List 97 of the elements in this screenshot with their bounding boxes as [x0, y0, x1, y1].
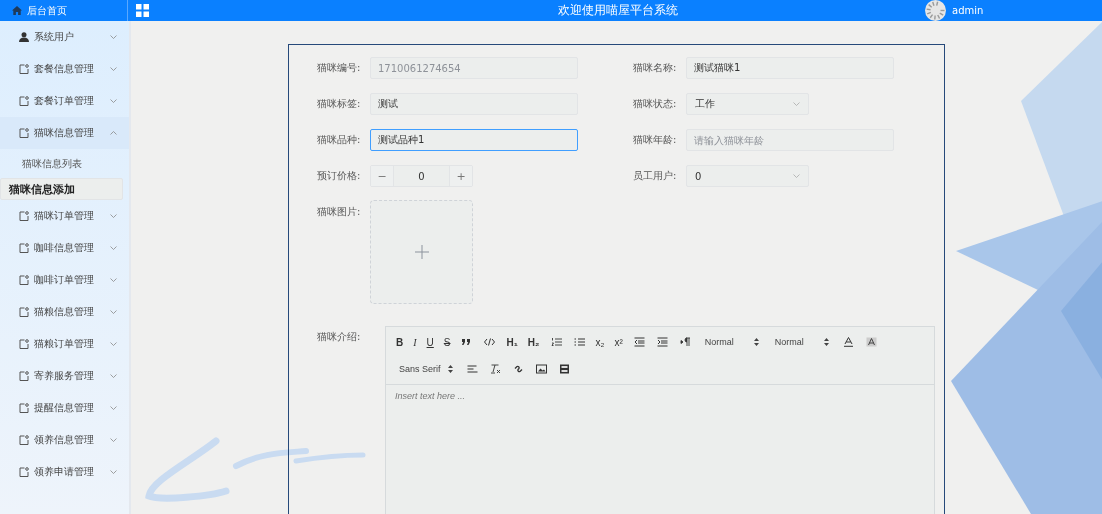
text-area[interactable]: Insert text here ... [386, 385, 934, 514]
chevron-up-icon [110, 131, 117, 135]
input-field[interactable]: 测试品种1 [370, 129, 578, 151]
field-label: 猫咪品种: [317, 133, 362, 147]
field-label: 猫咪介绍: [317, 330, 362, 344]
document-icon [19, 96, 29, 106]
input-field[interactable]: 测试 [370, 93, 578, 115]
document-icon [19, 211, 29, 221]
input-field[interactable]: 请输入猫咪年龄 [686, 129, 894, 151]
chevron-down-icon [793, 174, 800, 178]
ordered-list-icon[interactable] [550, 337, 562, 347]
field-label: 猫咪编号: [317, 61, 362, 75]
code-icon[interactable] [484, 337, 496, 347]
chevron-down-icon [793, 102, 800, 106]
menu-item[interactable]: 猫粮订单管理 [0, 328, 129, 360]
image-icon[interactable] [536, 364, 547, 374]
film-icon[interactable] [559, 364, 570, 374]
format-button[interactable]: H₁ [504, 336, 520, 348]
menu-item[interactable]: 套餐订单管理 [0, 85, 129, 117]
header-title: 欢迎使用喵屋平台系统 [558, 2, 678, 19]
menu-item[interactable]: 领养申请管理 [0, 456, 129, 488]
number-stepper[interactable]: − 0 + [370, 165, 473, 187]
home-icon [12, 6, 22, 15]
field-label: 猫咪标签: [317, 97, 362, 111]
document-icon [19, 467, 29, 477]
person-icon [19, 32, 29, 42]
chevron-down-icon [110, 374, 117, 378]
bullet-list-icon[interactable] [573, 337, 585, 347]
sort-arrows-icon [448, 365, 453, 373]
document-icon [19, 275, 29, 285]
menu-icon[interactable] [136, 4, 149, 17]
chevron-down-icon [110, 214, 117, 218]
chevron-down-icon [110, 67, 117, 71]
document-icon [19, 339, 29, 349]
outdent-icon[interactable] [633, 337, 645, 347]
menu-item[interactable]: 猫粮信息管理 [0, 296, 129, 328]
clear-format-icon[interactable] [490, 364, 501, 374]
menu-item[interactable]: 领养信息管理 [0, 424, 129, 456]
chevron-down-icon [110, 278, 117, 282]
format-button[interactable]: I [411, 336, 419, 348]
format-button[interactable]: H₂ [525, 336, 542, 348]
highlight-icon[interactable] [865, 337, 877, 347]
select-field[interactable]: 工作 [686, 93, 809, 115]
submenu-item[interactable]: 猫咪信息列表 [0, 149, 129, 178]
format-button[interactable]: U [424, 336, 436, 348]
submenu-item[interactable]: 猫咪信息添加 [0, 178, 123, 200]
chevron-down-icon [110, 342, 117, 346]
format-button[interactable]: B [394, 336, 406, 348]
field-label: 预订价格: [317, 169, 362, 183]
menu-item[interactable]: 猫咪信息管理 [0, 117, 129, 149]
editor-placeholder: Insert text here ... [395, 391, 466, 401]
user-name[interactable]: admin [952, 5, 984, 16]
picker-dropdown[interactable]: Normal [702, 337, 761, 347]
chevron-down-icon [110, 310, 117, 314]
menu-item[interactable]: 寄养服务管理 [0, 360, 129, 392]
field-label: 猫咪年龄: [633, 133, 678, 147]
document-icon [19, 64, 29, 74]
avatar-icon[interactable] [925, 0, 946, 21]
menu-item[interactable]: 猫咪订单管理 [0, 200, 129, 232]
align-icon[interactable] [467, 364, 478, 374]
chevron-down-icon [110, 246, 117, 250]
picker-dropdown[interactable]: Sans Serif [397, 364, 455, 374]
sort-arrows-icon [753, 338, 759, 346]
field-label: 猫咪图片: [317, 205, 362, 219]
paragraph-icon[interactable] [679, 337, 691, 347]
chevron-down-icon [110, 406, 117, 410]
menu-item[interactable]: 咖啡信息管理 [0, 232, 129, 264]
plus-icon [414, 245, 429, 259]
input-field[interactable]: 测试猫咪1 [686, 57, 894, 79]
chevron-down-icon [110, 438, 117, 442]
document-icon [19, 435, 29, 445]
document-icon [19, 371, 29, 381]
menu-item[interactable]: 系统用户 [0, 21, 129, 53]
document-icon [19, 243, 29, 253]
document-icon [19, 128, 29, 138]
field-label: 猫咪名称: [633, 61, 678, 75]
text-color-icon[interactable] [842, 337, 854, 347]
format-button[interactable]: S [441, 336, 453, 348]
format-button[interactable]: x² [612, 336, 625, 348]
quote-icon[interactable] [461, 337, 473, 347]
indent-icon[interactable] [656, 337, 668, 347]
format-button[interactable]: x₂ [593, 336, 607, 348]
menu-item[interactable]: 提醒信息管理 [0, 392, 129, 424]
field-label: 员工用户: [633, 169, 678, 183]
home-link[interactable]: 后台首页 [0, 0, 128, 21]
field-label: 猫咪状态: [633, 97, 678, 111]
chevron-down-icon [110, 470, 117, 474]
sort-arrows-icon [823, 338, 829, 346]
picker-dropdown[interactable]: Normal [772, 337, 831, 347]
menu-item[interactable]: 咖啡订单管理 [0, 264, 129, 296]
menu-item[interactable]: 套餐信息管理 [0, 53, 129, 85]
chevron-down-icon [110, 99, 117, 103]
document-icon [19, 307, 29, 317]
document-icon [19, 403, 29, 413]
select-field[interactable]: 0 [686, 165, 809, 187]
chevron-down-icon [110, 35, 117, 39]
number-field[interactable]: 0 [393, 166, 450, 186]
